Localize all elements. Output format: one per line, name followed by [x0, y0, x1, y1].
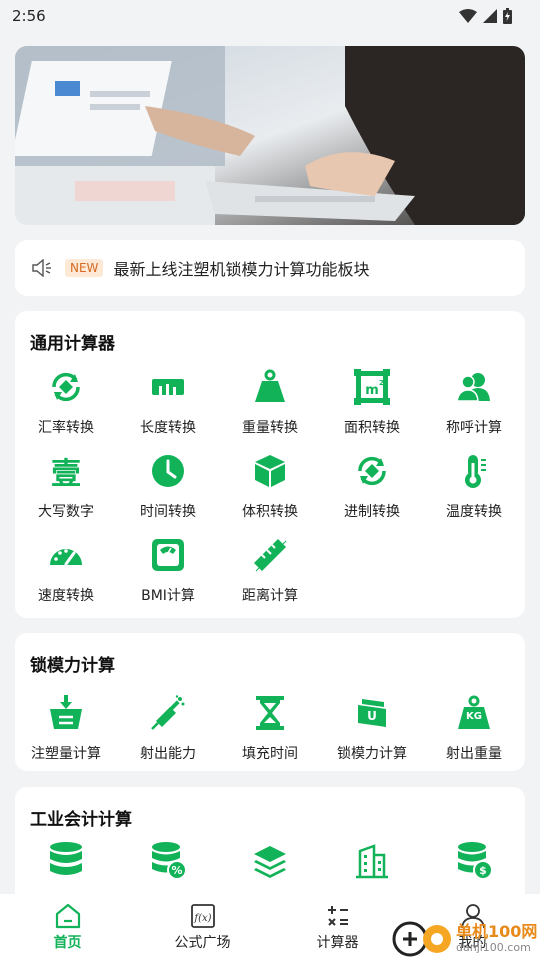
base-convert-icon	[358, 456, 386, 486]
thermometer-icon	[465, 455, 486, 488]
status-bar: 2:56	[0, 0, 540, 32]
tool-shot-weight[interactable]: KG 射出重量	[423, 685, 525, 769]
calculator-icon	[327, 906, 348, 926]
new-badge: NEW	[65, 259, 104, 277]
clamp-force-icon: U	[358, 699, 386, 727]
tab-calculator[interactable]: 计算器	[270, 894, 405, 960]
tool-injection-volume[interactable]: 注塑量计算	[15, 685, 117, 769]
tool-label: 进制转换	[344, 504, 400, 520]
tool-clamp-force[interactable]: U 锁模力计算	[321, 685, 423, 769]
tab-label: 计算器	[316, 935, 359, 951]
section-title: 锁模力计算	[30, 656, 115, 676]
dollar-coins-icon: $	[458, 842, 492, 880]
svg-text:m: m	[365, 383, 379, 398]
tool-title-calc[interactable]: 称呼计算	[423, 359, 525, 443]
banner-image	[15, 46, 525, 225]
tool-label: 射出能力	[140, 746, 196, 762]
tool-fill-time[interactable]: 填充时间	[219, 685, 321, 769]
tool-exchange[interactable]: 汇率转换	[15, 359, 117, 443]
notice-bar[interactable]: NEW 最新上线注塑机锁模力计算功能板块	[15, 240, 525, 296]
svg-text:f(x): f(x)	[193, 913, 211, 924]
distance-ruler-icon	[254, 539, 287, 572]
layers-icon	[254, 846, 286, 878]
weight-icon	[255, 369, 285, 402]
svg-text:2: 2	[379, 379, 384, 387]
tool-base[interactable]: 进制转换	[321, 443, 423, 527]
formula-icon: f(x)	[190, 904, 215, 928]
tool-injection-capacity[interactable]: 射出能力	[117, 685, 219, 769]
clock-icon	[152, 455, 184, 487]
tool-grid: 注塑量计算 射出能力 填充时间 U 锁模力计算 KG 射出重量	[15, 685, 525, 769]
speaker-icon	[32, 259, 51, 277]
ruler-icon	[152, 379, 184, 395]
tool-label: 注塑量计算	[31, 746, 101, 762]
wifi-icon	[459, 9, 477, 23]
area-icon: m2	[354, 369, 390, 405]
tool-label: 体积转换	[242, 504, 298, 520]
svg-text:U: U	[367, 709, 377, 723]
tool-bmi[interactable]: BMI计算	[117, 527, 219, 611]
tab-label: 首页	[53, 935, 82, 951]
tool-label: 称呼计算	[446, 420, 502, 436]
tool-label: 填充时间	[242, 746, 298, 762]
tool-label: 时间转换	[140, 504, 196, 520]
speedometer-icon	[50, 549, 82, 566]
chinese-numeral-icon: 壹	[51, 457, 81, 492]
tab-label: 公式广场	[174, 935, 231, 951]
tool-speed[interactable]: 速度转换	[15, 527, 117, 611]
tool-label: 速度转换	[38, 588, 94, 604]
tool-label: 锁模力计算	[337, 746, 407, 762]
percent-coins-icon: %	[152, 842, 186, 880]
hero-banner[interactable]	[15, 46, 525, 225]
section-title: 通用计算器	[30, 334, 115, 354]
tool-length[interactable]: 长度转换	[117, 359, 219, 443]
building-icon	[356, 844, 388, 879]
watermark: 单机100网 danji100.com	[390, 915, 540, 960]
tool-temperature[interactable]: 温度转换	[423, 443, 525, 527]
tool-label: 长度转换	[140, 420, 196, 436]
status-time: 2:56	[12, 7, 46, 25]
svg-text:%: %	[171, 864, 182, 877]
tool-label: 重量转换	[242, 420, 298, 436]
database-icon	[50, 842, 82, 875]
tool-volume[interactable]: 体积转换	[219, 443, 321, 527]
tool-weight[interactable]: 重量转换	[219, 359, 321, 443]
people-icon	[456, 373, 490, 402]
tool-distance[interactable]: 距离计算	[219, 527, 321, 611]
kg-weight-icon: KG	[466, 711, 482, 722]
tab-home[interactable]: 首页	[0, 894, 135, 960]
tool-label: 距离计算	[242, 588, 298, 604]
tool-label: 大写数字	[38, 504, 94, 520]
status-icons	[459, 8, 512, 24]
cube-icon	[255, 455, 285, 487]
tool-time[interactable]: 时间转换	[117, 443, 219, 527]
tool-chinese-numeral[interactable]: 壹 大写数字	[15, 443, 117, 527]
tool-label: 温度转换	[446, 504, 502, 520]
injection-volume-icon	[50, 695, 82, 729]
notice-text: 最新上线注塑机锁模力计算功能板块	[113, 260, 370, 279]
tool-label: 汇率转换	[38, 420, 94, 436]
tool-label: BMI计算	[141, 588, 195, 604]
hourglass-icon	[256, 696, 284, 730]
scale-icon	[152, 539, 184, 571]
home-icon	[55, 903, 80, 929]
exchange-icon	[52, 372, 80, 402]
syringe-icon	[151, 695, 185, 730]
tool-label: 面积转换	[344, 420, 400, 436]
tool-label: 射出重量	[446, 746, 502, 762]
card-general-calculators: 通用计算器 汇率转换 长度转换 重量转换 m2 面积转换 称呼计算 壹 大写数字…	[15, 311, 525, 618]
section-title: 工业会计计算	[30, 810, 132, 830]
watermark-url: danji100.com	[456, 941, 531, 954]
tab-formula[interactable]: f(x) 公式广场	[135, 894, 270, 960]
tool-grid: 汇率转换 长度转换 重量转换 m2 面积转换 称呼计算 壹 大写数字 时间转换	[15, 359, 525, 611]
signal-icon	[483, 9, 497, 23]
card-clamp-force: 锁模力计算 注塑量计算 射出能力 填充时间 U 锁模力计算 KG 射出重量	[15, 633, 525, 771]
watermark-text: 单机100网	[456, 922, 538, 941]
battery-icon	[503, 8, 512, 24]
svg-text:$: $	[479, 864, 487, 877]
tool-area[interactable]: m2 面积转换	[321, 359, 423, 443]
